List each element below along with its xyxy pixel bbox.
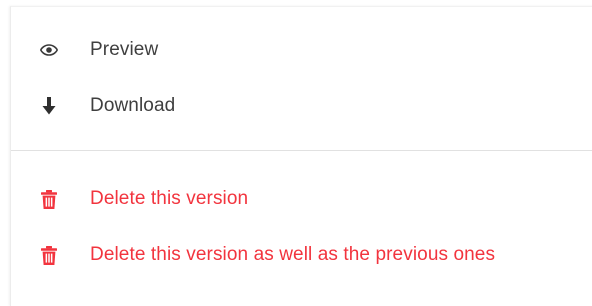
- trash-icon: [40, 245, 58, 265]
- menu-item-label: Preview: [90, 39, 159, 60]
- menu-item-label: Delete this version: [90, 188, 249, 209]
- download-arrow-icon: [40, 96, 58, 116]
- trash-icon: [40, 189, 58, 209]
- menu-item-download[interactable]: Download: [11, 84, 592, 128]
- menu-item-label: Download: [90, 95, 176, 116]
- eye-icon: [40, 40, 58, 60]
- version-actions-menu: Preview Download Delete this version Del…: [10, 6, 592, 306]
- menu-item-preview[interactable]: Preview: [11, 28, 592, 72]
- menu-divider: [11, 150, 592, 151]
- menu-item-delete-version-and-previous[interactable]: Delete this version as well as the previ…: [11, 233, 592, 277]
- menu-item-delete-version[interactable]: Delete this version: [11, 177, 592, 221]
- menu-item-label: Delete this version as well as the previ…: [90, 244, 496, 265]
